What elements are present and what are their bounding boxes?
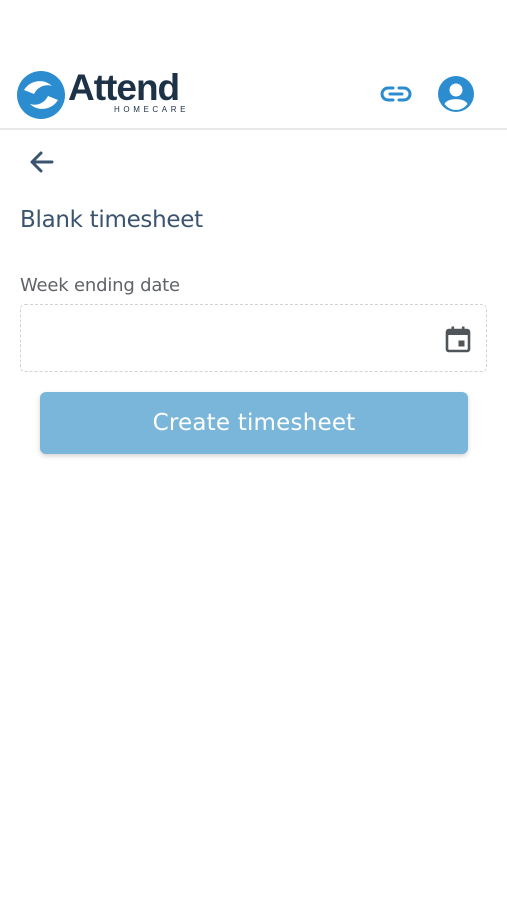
brand-tagline: HOMECARE [114, 105, 190, 114]
week-ending-date-field[interactable] [20, 304, 487, 372]
create-timesheet-button[interactable]: Create timesheet [40, 392, 468, 454]
week-ending-date-label: Week ending date [20, 275, 180, 296]
account-circle-icon [438, 76, 474, 112]
arrow-left-icon [30, 151, 54, 173]
brand-logo[interactable]: Attend HOMECARE [16, 67, 196, 119]
brand-name: Attend [68, 67, 180, 108]
back-button[interactable] [28, 148, 56, 176]
calendar-icon [445, 326, 471, 353]
page-title: Blank timesheet [20, 207, 203, 233]
week-ending-date-input[interactable] [33, 317, 437, 361]
brand-logo-mark-icon [17, 71, 65, 119]
page: Attend HOMECARE Blank timesheet Week end… [0, 0, 507, 900]
link-button[interactable] [380, 82, 412, 106]
calendar-button[interactable] [445, 325, 471, 353]
app-header: Attend HOMECARE [0, 52, 507, 130]
link-icon [380, 86, 412, 102]
account-button[interactable] [437, 75, 475, 113]
